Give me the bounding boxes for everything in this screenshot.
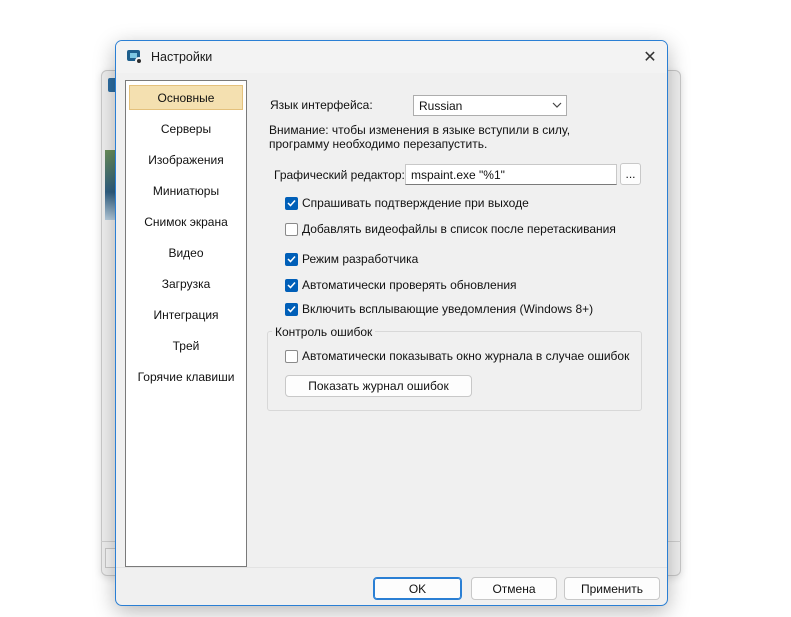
show-error-log-button[interactable]: Показать журнал ошибок bbox=[285, 375, 472, 397]
error-control-group bbox=[267, 331, 642, 411]
auto-check-updates-checkbox[interactable]: Автоматически проверять обновления bbox=[285, 278, 517, 292]
checkbox-label: Спрашивать подтверждение при выходе bbox=[302, 196, 529, 210]
checkbox-box[interactable] bbox=[285, 302, 298, 316]
editor-path-input[interactable]: mspaint.exe "%1" bbox=[405, 164, 617, 185]
language-restart-notice: Внимание: чтобы изменения в языке вступи… bbox=[269, 123, 571, 151]
checkbox-box[interactable] bbox=[285, 252, 298, 266]
chevron-down-icon bbox=[548, 100, 566, 111]
footer-separator bbox=[116, 567, 667, 568]
developer-mode-checkbox[interactable]: Режим разработчика bbox=[285, 252, 418, 266]
ok-button[interactable]: OK bbox=[373, 577, 462, 600]
language-label: Язык интерфейса: bbox=[270, 98, 373, 112]
app-icon bbox=[127, 49, 143, 65]
nav-item-video[interactable]: Видео bbox=[129, 240, 243, 265]
error-control-title: Контроль ошибок bbox=[272, 325, 376, 339]
nav-item-screenshot[interactable]: Снимок экрана bbox=[129, 209, 243, 234]
checkbox-label: Включить всплывающие уведомления (Window… bbox=[302, 302, 594, 316]
checkbox-box[interactable] bbox=[285, 278, 298, 292]
nav-item-integration[interactable]: Интеграция bbox=[129, 302, 243, 327]
checkmark-icon bbox=[287, 255, 296, 263]
settings-dialog: Настройки ✕ Основные Серверы Изображения… bbox=[115, 40, 668, 606]
background-thumbnail bbox=[105, 150, 115, 220]
nav-item-tray[interactable]: Трей bbox=[129, 333, 243, 358]
nav-item-thumbnails[interactable]: Миниатюры bbox=[129, 178, 243, 203]
nav-item-images[interactable]: Изображения bbox=[129, 147, 243, 172]
confirm-exit-checkbox[interactable]: Спрашивать подтверждение при выходе bbox=[285, 196, 529, 210]
browse-editor-button[interactable]: ... bbox=[620, 163, 641, 185]
window-title: Настройки bbox=[151, 50, 213, 64]
checkbox-box[interactable] bbox=[285, 349, 298, 363]
editor-label: Графический редактор: bbox=[274, 168, 405, 182]
checkmark-icon bbox=[287, 281, 296, 289]
apply-button[interactable]: Применить bbox=[564, 577, 660, 600]
nav-item-upload[interactable]: Загрузка bbox=[129, 271, 243, 296]
nav-item-servers[interactable]: Серверы bbox=[129, 116, 243, 141]
language-value: Russian bbox=[419, 98, 463, 113]
checkbox-label: Автоматически показывать окно журнала в … bbox=[302, 349, 630, 363]
checkbox-box[interactable] bbox=[285, 222, 298, 236]
cancel-button[interactable]: Отмена bbox=[471, 577, 557, 600]
settings-nav-list: Основные Серверы Изображения Миниатюры С… bbox=[125, 80, 247, 567]
nav-item-general[interactable]: Основные bbox=[129, 85, 243, 110]
language-select[interactable]: Russian bbox=[413, 95, 567, 116]
checkbox-label: Автоматически проверять обновления bbox=[302, 278, 517, 292]
add-video-after-drag-checkbox[interactable]: Добавлять видеофайлы в список после пере… bbox=[285, 222, 616, 236]
checkmark-icon bbox=[287, 305, 296, 313]
checkbox-label: Добавлять видеофайлы в список после пере… bbox=[302, 222, 616, 236]
checkbox-box[interactable] bbox=[285, 196, 298, 210]
title-bar[interactable]: Настройки ✕ bbox=[116, 41, 667, 73]
auto-show-log-checkbox[interactable]: Автоматически показывать окно журнала в … bbox=[285, 349, 629, 363]
close-icon[interactable]: ✕ bbox=[633, 41, 667, 73]
checkbox-label: Режим разработчика bbox=[302, 252, 419, 266]
checkmark-icon bbox=[287, 199, 296, 207]
enable-notifications-checkbox[interactable]: Включить всплывающие уведомления (Window… bbox=[285, 302, 593, 316]
nav-item-hotkeys[interactable]: Горячие клавиши bbox=[129, 364, 243, 389]
